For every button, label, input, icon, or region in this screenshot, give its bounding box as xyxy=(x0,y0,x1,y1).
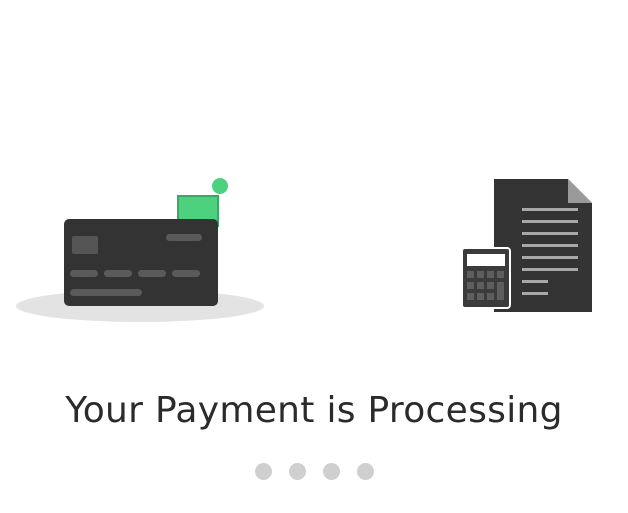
loading-dot xyxy=(322,463,340,480)
invoice-document-icon xyxy=(461,179,592,312)
loading-dot xyxy=(356,463,374,480)
credit-card-icon xyxy=(16,178,264,322)
payment-illustration xyxy=(0,0,628,513)
loading-dot xyxy=(288,463,306,480)
loading-dots xyxy=(0,463,628,480)
calculator-icon xyxy=(461,247,511,309)
processing-title: Your Payment is Processing xyxy=(65,390,563,431)
loading-dot xyxy=(254,463,272,480)
